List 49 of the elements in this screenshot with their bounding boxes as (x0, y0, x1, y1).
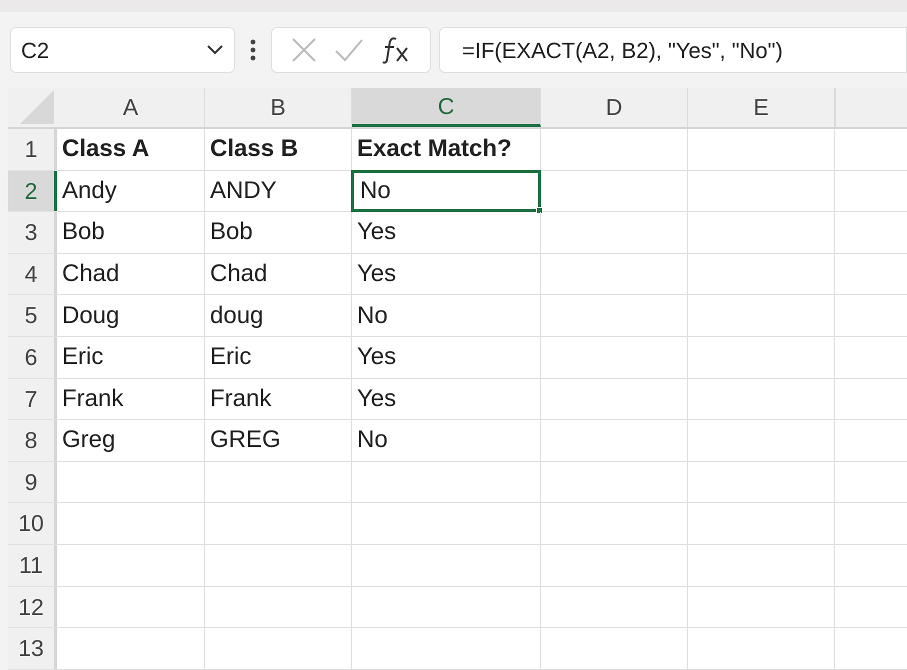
chevron-down-icon[interactable] (206, 44, 224, 56)
select-all-icon[interactable] (20, 90, 54, 124)
row-header[interactable]: 8 (8, 420, 57, 461)
table-cell[interactable]: Doug (56, 294, 205, 337)
column-header[interactable]: A (57, 88, 205, 127)
more-options-icon[interactable] (249, 38, 257, 62)
table-cell[interactable]: Class B (204, 128, 352, 171)
table-cell[interactable]: Eric (204, 336, 352, 379)
table-cell[interactable]: Yes (351, 336, 541, 379)
row-header[interactable]: 12 (8, 586, 57, 628)
row-header[interactable]: 2 (8, 170, 57, 212)
table-cell[interactable]: doug (204, 294, 352, 337)
row-header[interactable]: 6 (8, 336, 57, 378)
row-header[interactable]: 9 (8, 462, 57, 502)
table-cell[interactable]: Yes (351, 378, 541, 420)
table-cell[interactable]: ANDY (204, 170, 352, 212)
formula-field[interactable]: =IF(EXACT(A2, B2), "Yes", "No") (439, 27, 907, 73)
column-header[interactable]: C (352, 88, 541, 127)
row-header[interactable]: 4 (8, 254, 57, 294)
table-cell[interactable]: Eric (56, 336, 205, 379)
table-cell[interactable]: No (351, 419, 541, 462)
row-header[interactable]: 5 (8, 295, 57, 336)
table-cell[interactable]: Chad (204, 252, 352, 296)
row-header[interactable]: 10 (8, 503, 57, 544)
table-cell[interactable]: Bob (204, 211, 352, 254)
row-header[interactable]: 1 (8, 129, 57, 170)
close-icon[interactable] (290, 37, 317, 63)
column-header[interactable]: D (541, 88, 688, 127)
table-cell[interactable]: Andy (56, 170, 205, 212)
table-cell[interactable]: No (351, 294, 541, 337)
table-cell[interactable]: Exact Match? (351, 128, 541, 171)
row-header[interactable]: 13 (8, 628, 57, 669)
table-cell[interactable]: Bob (56, 211, 205, 254)
table-cell[interactable]: Greg (56, 419, 205, 462)
table-cell[interactable]: Yes (351, 211, 541, 254)
table-cell[interactable]: No (351, 170, 541, 212)
row-header[interactable]: 11 (8, 544, 57, 586)
table-cell[interactable]: Class A (56, 128, 205, 171)
column-header[interactable]: E (688, 88, 835, 127)
name-box[interactable]: C2 (10, 27, 235, 73)
table-cell[interactable]: Frank (204, 378, 352, 420)
row-header[interactable]: 7 (8, 378, 57, 420)
row-header[interactable]: 3 (8, 212, 57, 253)
table-cell[interactable]: Frank (56, 378, 205, 420)
table-cell[interactable]: Yes (351, 252, 541, 296)
cell-reference: C2 (21, 36, 50, 64)
checkmark-icon[interactable] (334, 38, 364, 62)
table-cell[interactable]: Chad (56, 252, 205, 296)
table-cell[interactable]: GREG (204, 419, 352, 462)
